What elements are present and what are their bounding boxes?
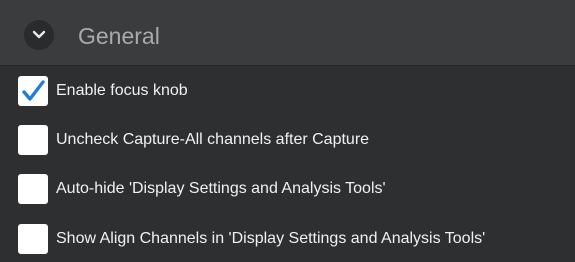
uncheck-capture-all-checkbox[interactable] [18,125,48,155]
enable-focus-knob-checkbox[interactable] [18,76,48,106]
option-label: Show Align Channels in 'Display Settings… [56,230,486,247]
option-show-align-channels[interactable]: Show Align Channels in 'Display Settings… [0,220,575,260]
section-header-general[interactable]: General [0,0,575,66]
option-auto-hide-display-settings[interactable]: Auto-hide 'Display Settings and Analysis… [0,170,575,210]
option-uncheck-capture-all[interactable]: Uncheck Capture-All channels after Captu… [0,121,575,161]
auto-hide-display-settings-checkbox[interactable] [18,174,48,204]
option-label: Uncheck Capture-All channels after Captu… [56,131,370,148]
show-align-channels-checkbox[interactable] [18,224,48,254]
checkmark-icon [22,80,45,101]
chevron-down-icon [32,30,46,39]
section-title: General [78,23,160,49]
collapse-toggle-button[interactable] [24,20,54,50]
option-label: Enable focus knob [56,82,188,99]
option-enable-focus-knob[interactable]: Enable focus knob [0,72,575,112]
option-label: Auto-hide 'Display Settings and Analysis… [56,180,386,197]
